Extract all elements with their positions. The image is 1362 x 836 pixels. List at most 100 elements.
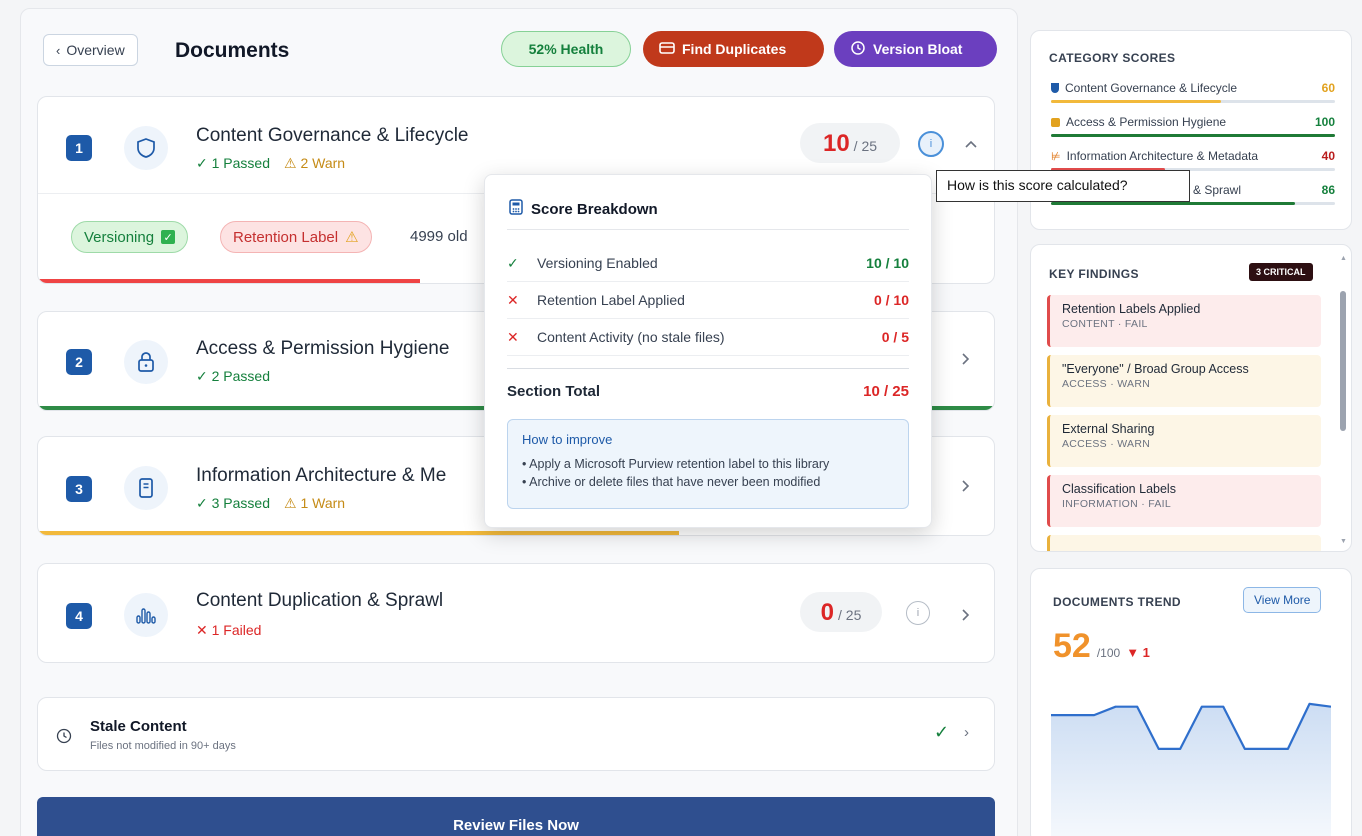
tag-versioning[interactable]: Versioning ✓: [71, 221, 189, 253]
breakdown-value: 0 / 10: [873, 292, 909, 308]
duplicates-icon: [659, 41, 675, 57]
breakdown-row: ✓ Versioning Enabled 10 / 10: [507, 245, 909, 282]
score-max: / 25: [838, 607, 862, 623]
category-fill: [1051, 134, 1335, 137]
score-value: 0: [820, 599, 834, 626]
scroll-up-arrow[interactable]: ▲: [1340, 255, 1347, 262]
shield-icon: [124, 126, 168, 170]
finding-item[interactable]: Retention Labels Applied CONTENT · FAIL: [1047, 295, 1321, 347]
find-duplicates-button[interactable]: Find Duplicates: [643, 31, 824, 67]
scrollbar[interactable]: ▲ ▼: [1339, 255, 1347, 545]
score-tooltip: How is this score calculated?: [936, 170, 1190, 202]
warn-count: ⚠ 2 Warn: [284, 155, 346, 171]
view-more-button[interactable]: View More: [1243, 587, 1322, 613]
section-score: 0 / 25: [800, 592, 882, 632]
panel-title: CATEGORY SCORES: [1049, 51, 1176, 65]
cross-icon: ✕: [507, 291, 519, 308]
passed-count: ✓ 2 Passed: [196, 368, 270, 384]
back-overview-button[interactable]: ‹ Overview: [43, 34, 138, 66]
stale-content-row[interactable]: Stale Content Files not modified in 90+ …: [37, 697, 995, 771]
category-name: Access & Permission Hygiene: [1051, 115, 1226, 129]
trend-area: [1051, 703, 1331, 836]
finding-item[interactable]: External Sharing ACCESS · WARN: [1047, 415, 1321, 467]
finding-item[interactable]: "Everyone" / Broad Group Access ACCESS ·…: [1047, 355, 1321, 407]
category-name: ⊭ Information Architecture & Metadata: [1051, 149, 1259, 163]
total-label: Section Total: [507, 383, 601, 400]
panel-title: DOCUMENTS TREND: [1053, 595, 1181, 609]
improve-item: • Apply a Microsoft Purview retention la…: [522, 457, 830, 471]
section-title: Content Governance & Lifecycle: [196, 125, 469, 146]
breakdown-rows: ✓ Versioning Enabled 10 / 10 ✕ Retention…: [507, 245, 909, 356]
trend-delta: ▼ 1: [1126, 645, 1150, 660]
page-title: Documents: [175, 39, 290, 62]
category-fill: [1051, 100, 1222, 103]
chevron-right-icon[interactable]: [960, 350, 970, 371]
check-icon: ✓: [507, 254, 519, 271]
panel-title: KEY FINDINGS: [1049, 267, 1139, 281]
tag-retention[interactable]: Retention Label ⚠: [220, 221, 372, 253]
section-number: 4: [66, 603, 92, 629]
popover-title: Score Breakdown: [531, 200, 658, 218]
breakdown-row: ✕ Content Activity (no stale files) 0 / …: [507, 319, 909, 356]
document-icon: [124, 466, 168, 510]
section-number: 1: [66, 135, 92, 161]
chevron-up-icon[interactable]: [964, 133, 978, 154]
section-number: 2: [66, 349, 92, 375]
improve-box: How to improve • Apply a Microsoft Purvi…: [507, 419, 909, 509]
category-value: 60: [1321, 81, 1335, 95]
finding-title: Retention Labels Applied: [1062, 302, 1201, 316]
key-findings-panel: KEY FINDINGS 3 CRITICAL Retention Labels…: [1030, 244, 1352, 552]
section-title: Access & Permission Hygiene: [196, 338, 450, 359]
trend-max: /100: [1096, 646, 1121, 660]
section-card-4[interactable]: 4 Content Duplication & Sprawl ✕ 1 Faile…: [37, 563, 995, 663]
score-breakdown-popover: Score Breakdown ✓ Versioning Enabled 10 …: [484, 174, 932, 528]
trend-chart: [1051, 702, 1331, 836]
breakdown-label: Versioning Enabled: [537, 255, 658, 271]
category-value: 40: [1321, 149, 1335, 163]
finding-item[interactable]: Classification Labels INFORMATION · FAIL: [1047, 475, 1321, 527]
breakdown-label: Retention Label Applied: [537, 292, 685, 308]
category-track: [1051, 202, 1335, 205]
failed-count: ✕ 1 Failed: [196, 622, 262, 638]
scrollbar-thumb[interactable]: [1340, 291, 1346, 431]
review-files-button[interactable]: Review Files Now: [37, 797, 995, 836]
section-stats: ✓ 2 Passed: [196, 368, 270, 385]
category-track: [1051, 134, 1335, 137]
shield-icon: [1051, 83, 1059, 93]
version-bloat-button[interactable]: Version Bloat: [834, 31, 997, 67]
documents-trend-panel: DOCUMENTS TREND View More 52 /100 ▼ 1: [1030, 568, 1352, 836]
old-files-note: 4999 old: [410, 228, 468, 245]
info-icon[interactable]: i: [918, 131, 944, 157]
progress-bar: [38, 279, 421, 283]
category-value: 86: [1321, 183, 1335, 197]
section-number: 3: [66, 476, 92, 502]
finding-item-partial[interactable]: [1047, 535, 1321, 551]
progress-bar: [38, 531, 679, 535]
warning-icon: ⚠: [345, 229, 359, 246]
category-fill: [1051, 202, 1296, 205]
chevron-left-icon: ‹: [56, 42, 61, 58]
chevron-right-icon[interactable]: [960, 606, 970, 627]
finding-sub: ACCESS · WARN: [1062, 438, 1151, 450]
warn-count: ⚠ 1 Warn: [284, 495, 346, 511]
category-row[interactable]: Access & Permission Hygiene 100: [1051, 115, 1335, 151]
category-name: Content Governance & Lifecycle: [1051, 81, 1237, 95]
health-badge[interactable]: 52% Health: [501, 31, 631, 67]
category-value: 100: [1314, 115, 1335, 129]
section-title: Information Architecture & Me: [196, 465, 447, 486]
finding-title: "Everyone" / Broad Group Access: [1062, 362, 1249, 376]
stale-subtitle: Files not modified in 90+ days: [90, 740, 236, 752]
critical-badge: 3 CRITICAL: [1249, 263, 1313, 281]
lock-icon: [124, 340, 168, 384]
chevron-right-icon[interactable]: ›: [964, 724, 969, 741]
info-icon[interactable]: i: [906, 601, 930, 625]
chevron-right-icon[interactable]: [960, 477, 970, 498]
section-total: Section Total 10 / 25: [507, 383, 909, 400]
header: ‹ Overview Documents 52% Health Find Dup…: [21, 9, 1017, 89]
improve-item: • Archive or delete files that have neve…: [522, 475, 821, 489]
scroll-down-arrow[interactable]: ▼: [1340, 538, 1347, 545]
finding-sub: INFORMATION · FAIL: [1062, 498, 1172, 510]
total-value: 10 / 25: [863, 383, 909, 400]
section-stats: ✕ 1 Failed: [196, 622, 261, 639]
category-row[interactable]: Content Governance & Lifecycle 60: [1051, 81, 1335, 117]
